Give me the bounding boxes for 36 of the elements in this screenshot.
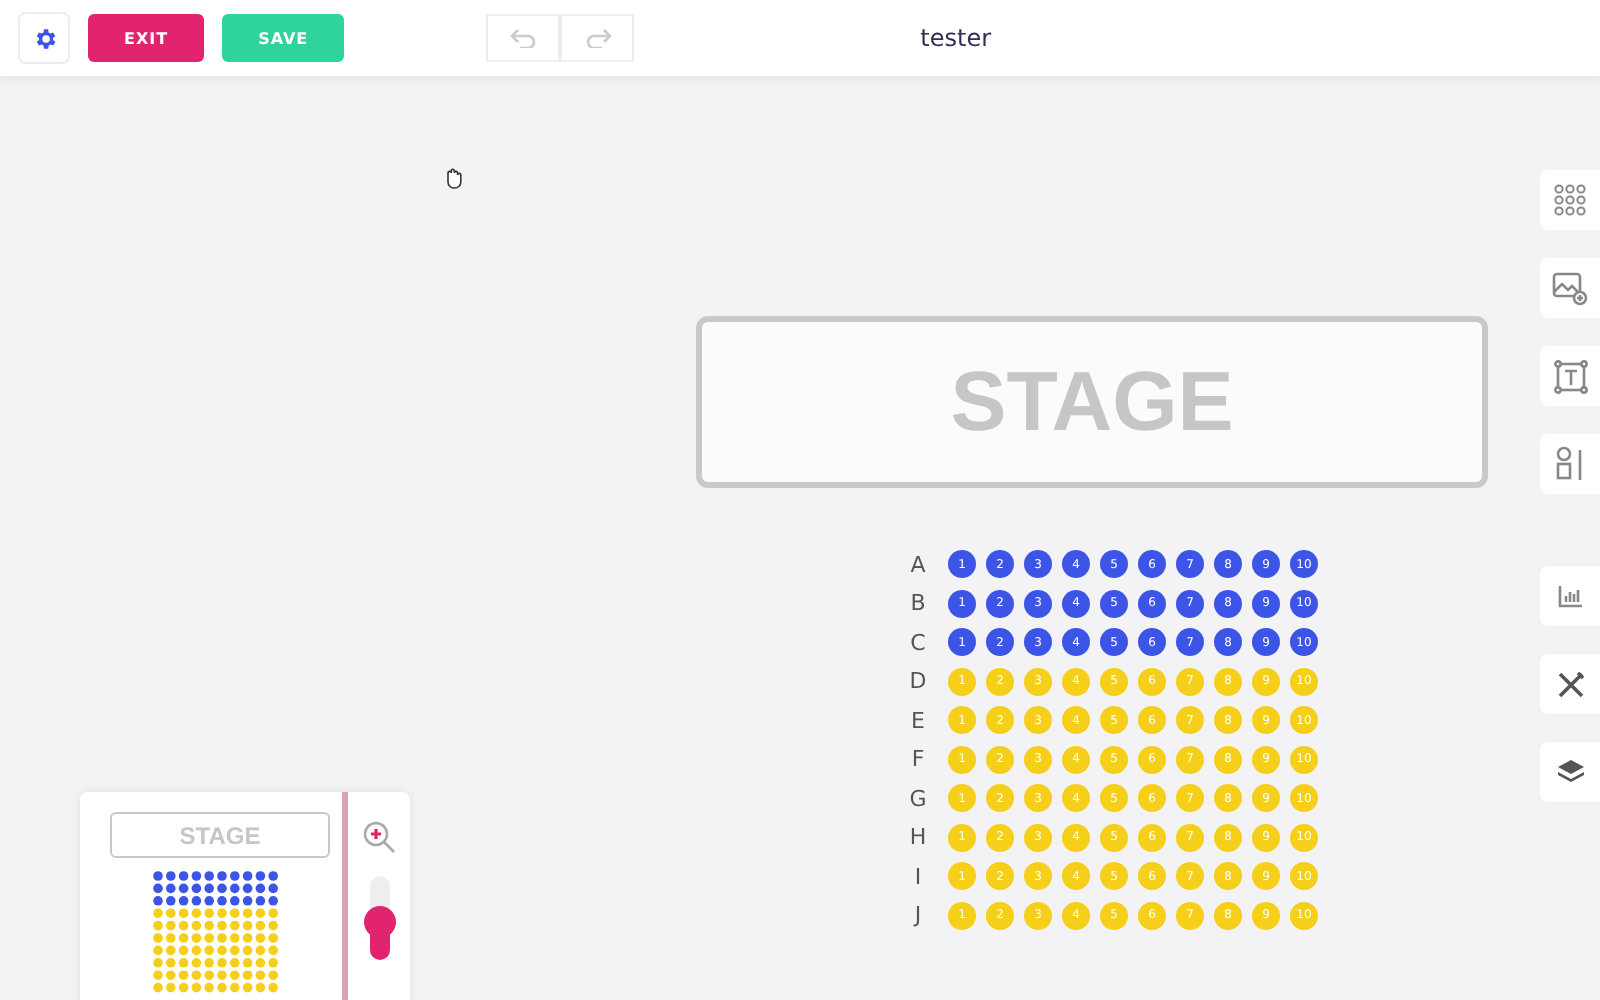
document-title: tester bbox=[920, 24, 992, 52]
row-label: F bbox=[909, 746, 927, 772]
redo-icon bbox=[583, 28, 612, 48]
minimap-stage-label: STAGE bbox=[179, 821, 261, 849]
settings-button[interactable] bbox=[18, 12, 70, 64]
zoom-thumb[interactable] bbox=[363, 906, 395, 939]
chart-button[interactable] bbox=[1540, 566, 1600, 626]
tools-icon bbox=[1555, 669, 1585, 699]
row-label: J bbox=[911, 902, 924, 928]
tools-button[interactable] bbox=[1540, 654, 1600, 714]
image-add-icon bbox=[1552, 271, 1588, 305]
row-label: C bbox=[908, 629, 928, 655]
dots-grid-icon bbox=[1554, 184, 1586, 216]
row-label: I bbox=[912, 863, 924, 889]
undo-icon bbox=[509, 28, 538, 48]
row-label: G bbox=[907, 785, 929, 811]
image-button[interactable] bbox=[1540, 258, 1600, 318]
text-button[interactable] bbox=[1540, 346, 1600, 406]
layers-button[interactable] bbox=[1540, 742, 1600, 802]
seat-grid-button[interactable] bbox=[1540, 170, 1600, 230]
shapes-button[interactable] bbox=[1540, 434, 1600, 494]
hand-cursor-icon bbox=[444, 168, 464, 190]
shapes-icon bbox=[1554, 446, 1586, 482]
row-label: B bbox=[908, 590, 928, 616]
settings-icon bbox=[31, 25, 57, 51]
exit-button[interactable]: EXIT bbox=[88, 14, 205, 62]
row-label: H bbox=[907, 824, 929, 850]
zoom-slider[interactable] bbox=[369, 876, 389, 960]
row-label: D bbox=[907, 668, 929, 694]
save-button[interactable]: SAVE bbox=[222, 14, 345, 62]
row-label: E bbox=[909, 707, 927, 733]
row-label: A bbox=[908, 551, 928, 577]
bar-chart-icon bbox=[1557, 584, 1583, 608]
zoom-in-icon[interactable] bbox=[361, 820, 397, 856]
text-frame-icon bbox=[1553, 359, 1587, 393]
layers-icon bbox=[1555, 758, 1585, 786]
